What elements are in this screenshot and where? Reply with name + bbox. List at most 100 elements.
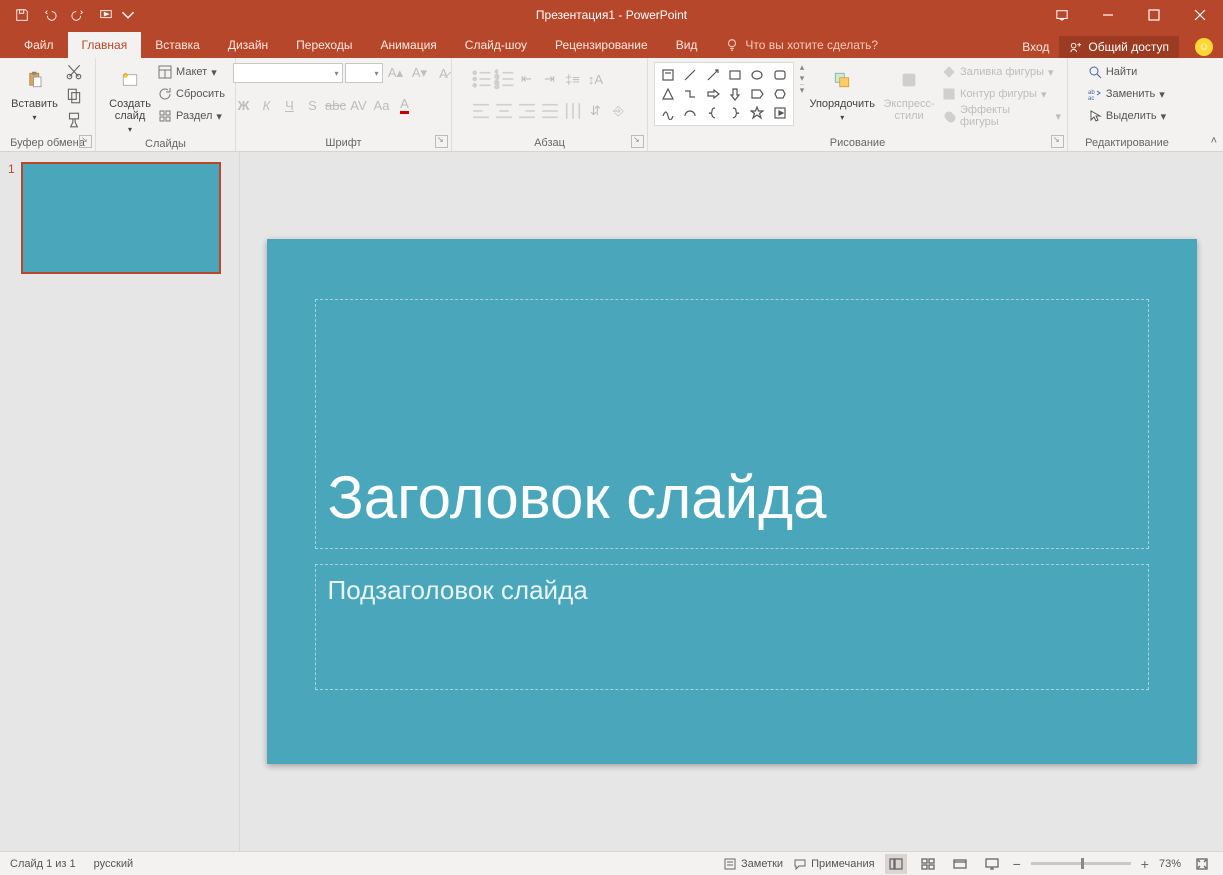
shape-textbox-icon[interactable] (657, 65, 679, 84)
slide-sorter-view-button[interactable] (917, 854, 939, 874)
shape-pentagon-icon[interactable] (746, 84, 768, 103)
fit-to-window-button[interactable] (1191, 854, 1213, 874)
copy-button[interactable] (63, 86, 85, 106)
shape-connector-icon[interactable] (679, 84, 701, 103)
drawing-dialog-launcher[interactable] (1051, 135, 1064, 148)
format-painter-button[interactable] (63, 110, 85, 130)
start-from-beginning-button[interactable] (92, 1, 120, 29)
align-left-button[interactable] (470, 100, 492, 122)
zoom-slider[interactable] (1031, 862, 1131, 865)
shape-outline-button[interactable]: Контур фигуры ▾ (942, 84, 1061, 104)
tab-slideshow[interactable]: Слайд-шоу (451, 32, 541, 58)
character-spacing-button[interactable]: AV (348, 94, 370, 116)
font-size-combo[interactable] (345, 63, 383, 83)
replace-button[interactable]: abacЗаменить ▾ (1088, 84, 1166, 104)
smartart-button[interactable]: ⎆ (608, 100, 630, 122)
decrease-font-button[interactable]: A▾ (409, 62, 431, 84)
justify-button[interactable] (539, 100, 561, 122)
shape-triangle-icon[interactable] (657, 84, 679, 103)
notes-button[interactable]: Заметки (723, 854, 783, 874)
select-button[interactable]: Выделить ▾ (1088, 106, 1166, 126)
underline-button[interactable]: Ч (279, 94, 301, 116)
text-direction-button[interactable]: ↕A (585, 68, 607, 90)
cut-button[interactable] (63, 62, 85, 82)
strikethrough-button[interactable]: abc (325, 94, 347, 116)
font-color-button[interactable]: A (394, 94, 416, 116)
shape-rectangle-icon[interactable] (724, 65, 746, 84)
shape-right-arrow-icon[interactable] (702, 84, 724, 103)
shape-action-icon[interactable] (768, 104, 790, 123)
change-case-button[interactable]: Aa (371, 94, 393, 116)
increase-indent-button[interactable]: ⇥ (539, 68, 561, 90)
tab-file[interactable]: Файл (10, 32, 68, 58)
columns-button[interactable] (562, 100, 584, 122)
shape-arc-icon[interactable] (679, 104, 701, 123)
save-button[interactable] (8, 1, 36, 29)
zoom-in-button[interactable]: + (1141, 856, 1149, 872)
shape-star-icon[interactable] (746, 104, 768, 123)
shape-down-arrow-icon[interactable] (724, 84, 746, 103)
decrease-indent-button[interactable]: ⇤ (516, 68, 538, 90)
new-slide-button[interactable]: Создать слайд ▾ (106, 62, 154, 136)
slide[interactable]: Заголовок слайда Подзаголовок слайда (267, 239, 1197, 764)
quick-styles-button[interactable]: A Экспресс- стили (880, 62, 938, 122)
bullets-button[interactable] (470, 68, 492, 90)
shape-effects-button[interactable]: Эффекты фигуры ▾ (942, 106, 1061, 126)
increase-font-button[interactable]: A▴ (385, 62, 407, 84)
italic-button[interactable]: К (256, 94, 278, 116)
align-center-button[interactable] (493, 100, 515, 122)
subtitle-placeholder[interactable]: Подзаголовок слайда (315, 564, 1149, 690)
shape-fill-button[interactable]: Заливка фигуры ▾ (942, 62, 1061, 82)
collapse-ribbon-button[interactable]: ˄ (1211, 135, 1217, 147)
tell-me-search[interactable]: Что вы хотите сделать? (711, 32, 892, 58)
share-button[interactable]: Общий доступ (1059, 36, 1179, 58)
section-button[interactable]: Раздел ▾ (158, 106, 225, 126)
line-spacing-button[interactable]: ‡≡ (562, 68, 584, 90)
clipboard-dialog-launcher[interactable] (79, 135, 92, 148)
tab-insert[interactable]: Вставка (141, 32, 214, 58)
tab-transitions[interactable]: Переходы (282, 32, 366, 58)
align-right-button[interactable] (516, 100, 538, 122)
font-name-combo[interactable] (233, 63, 343, 83)
paragraph-dialog-launcher[interactable] (631, 135, 644, 148)
minimize-button[interactable] (1085, 0, 1131, 30)
zoom-out-button[interactable]: − (1013, 856, 1021, 872)
zoom-level[interactable]: 73% (1159, 858, 1181, 870)
ribbon-display-options-button[interactable] (1039, 0, 1085, 30)
tab-home[interactable]: Главная (68, 32, 142, 58)
feedback-smile-icon[interactable]: ☺ (1195, 38, 1213, 56)
bold-button[interactable]: Ж (233, 94, 255, 116)
slideshow-view-button[interactable] (981, 854, 1003, 874)
shapes-gallery[interactable] (654, 62, 794, 126)
shape-brace-right-icon[interactable] (724, 104, 746, 123)
paste-button[interactable]: Вставить ▾ (11, 62, 59, 124)
undo-button[interactable] (36, 1, 64, 29)
reset-button[interactable]: Сбросить (158, 84, 225, 104)
find-button[interactable]: Найти (1088, 62, 1166, 82)
normal-view-button[interactable] (885, 854, 907, 874)
shape-brace-left-icon[interactable] (702, 104, 724, 123)
redo-button[interactable] (64, 1, 92, 29)
numbering-button[interactable]: 123 (493, 68, 515, 90)
maximize-button[interactable] (1131, 0, 1177, 30)
shape-curve-icon[interactable] (657, 104, 679, 123)
shadow-button[interactable]: S (302, 94, 324, 116)
shape-rounded-rect-icon[interactable] (768, 65, 790, 84)
tab-review[interactable]: Рецензирование (541, 32, 662, 58)
comments-button[interactable]: Примечания (793, 854, 875, 874)
tab-animations[interactable]: Анимация (366, 32, 450, 58)
shape-oval-icon[interactable] (746, 65, 768, 84)
tab-view[interactable]: Вид (662, 32, 712, 58)
signin-link[interactable]: Вход (1022, 40, 1049, 54)
qat-customize-button[interactable] (120, 1, 136, 29)
shape-line-arrow-icon[interactable] (702, 65, 724, 84)
font-dialog-launcher[interactable] (435, 135, 448, 148)
tab-design[interactable]: Дизайн (214, 32, 282, 58)
arrange-button[interactable]: Упорядочить▾ (808, 62, 876, 124)
title-placeholder[interactable]: Заголовок слайда (315, 299, 1149, 549)
shape-line-icon[interactable] (679, 65, 701, 84)
close-button[interactable] (1177, 0, 1223, 30)
shape-hexagon-icon[interactable] (768, 84, 790, 103)
reading-view-button[interactable] (949, 854, 971, 874)
slide-thumbnail-1[interactable] (21, 162, 221, 274)
